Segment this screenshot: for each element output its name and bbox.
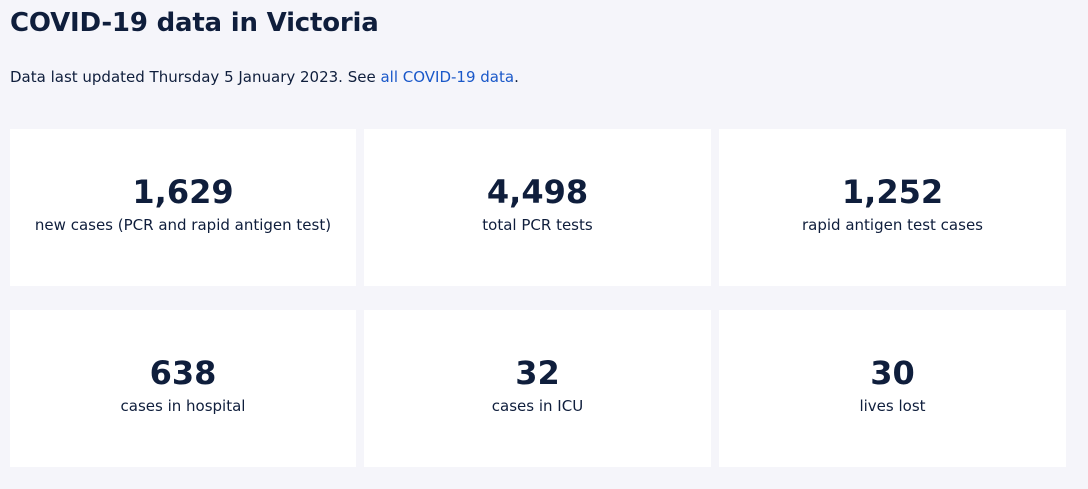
all-covid-data-link[interactable]: all COVID-19 data bbox=[380, 68, 514, 86]
last-updated-prefix: Data last updated Thursday 5 January 202… bbox=[10, 68, 381, 86]
stat-value: 30 bbox=[870, 353, 915, 392]
page-title: COVID-19 data in Victoria bbox=[10, 8, 379, 38]
stat-value: 1,252 bbox=[841, 172, 944, 211]
stat-value: 32 bbox=[515, 353, 560, 392]
stat-value: 638 bbox=[149, 353, 217, 392]
stat-card-pcr-tests: 4,498 total PCR tests bbox=[364, 129, 711, 286]
stat-card-icu: 32 cases in ICU bbox=[364, 310, 711, 467]
stats-grid: 1,629 new cases (PCR and rapid antigen t… bbox=[10, 129, 1066, 467]
last-updated-text: Data last updated Thursday 5 January 202… bbox=[10, 67, 519, 87]
stat-card-lives-lost: 30 lives lost bbox=[719, 310, 1066, 467]
stat-label: rapid antigen test cases bbox=[802, 215, 983, 234]
stat-label: lives lost bbox=[859, 396, 926, 415]
stat-label: cases in ICU bbox=[491, 396, 584, 415]
stat-label: cases in hospital bbox=[120, 396, 246, 415]
stat-value: 1,629 bbox=[132, 172, 234, 211]
stat-value: 4,498 bbox=[486, 172, 589, 211]
last-updated-suffix: . bbox=[514, 68, 519, 86]
stat-label: new cases (PCR and rapid antigen test) bbox=[34, 215, 332, 234]
stat-card-new-cases: 1,629 new cases (PCR and rapid antigen t… bbox=[10, 129, 356, 286]
stat-label: total PCR tests bbox=[482, 215, 593, 234]
stat-card-rat-cases: 1,252 rapid antigen test cases bbox=[719, 129, 1066, 286]
stat-card-hospital: 638 cases in hospital bbox=[10, 310, 356, 467]
